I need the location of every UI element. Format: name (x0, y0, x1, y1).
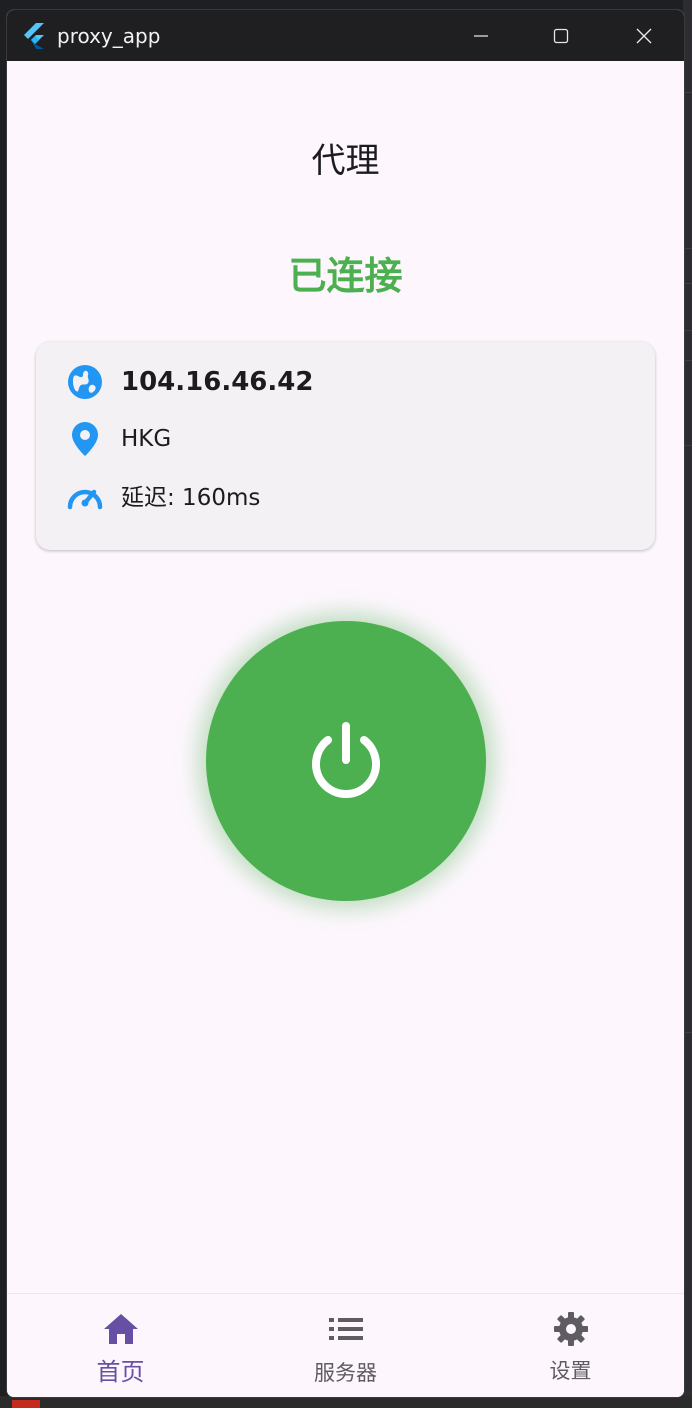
page-title: 代理 (311, 141, 380, 181)
connection-status: 已连接 (288, 254, 403, 298)
background-taskbar-app (12, 1400, 40, 1408)
maximize-icon (553, 28, 569, 43)
window-title: proxy_app (57, 24, 161, 48)
latency-row: 延迟: 160ms (66, 477, 260, 513)
ip-address: 104.16.46.42 (121, 367, 314, 397)
title-bar[interactable]: proxy_app (7, 10, 684, 61)
main-content: 代理 已连接 104.16.46.42 HKG 延迟: 160ms (7, 61, 684, 1293)
speedometer-icon (66, 477, 104, 513)
location-pin-icon (66, 421, 104, 457)
power-icon (312, 722, 380, 798)
nav-label-servers: 服务器 (314, 1361, 377, 1385)
globe-icon (66, 364, 104, 400)
gear-icon (458, 1311, 683, 1347)
nav-item-home[interactable]: 首页 (8, 1294, 233, 1397)
list-icon (233, 1311, 458, 1347)
connection-info-card: 104.16.46.42 HKG 延迟: 160ms (36, 342, 655, 550)
close-icon (636, 28, 652, 43)
minimize-icon (474, 34, 488, 37)
nav-label-home: 首页 (96, 1358, 145, 1386)
nav-item-settings[interactable]: 设置 (458, 1294, 683, 1397)
bottom-navigation-bar: 首页 服务器 设置 (7, 1293, 684, 1397)
latency-text: 延迟: 160ms (121, 485, 261, 511)
maximize-button[interactable] (521, 10, 601, 61)
home-icon (8, 1311, 233, 1347)
flutter-logo-icon (24, 23, 44, 49)
nav-label-settings: 设置 (549, 1359, 592, 1383)
location-text: HKG (121, 426, 172, 452)
location-row: HKG (66, 421, 171, 457)
power-toggle-button[interactable] (206, 621, 486, 901)
app-window: proxy_app 代理 已连接 104.16.46.42 HKG 延迟: 16… (6, 9, 685, 1398)
minimize-button[interactable] (441, 10, 521, 61)
nav-item-servers[interactable]: 服务器 (233, 1294, 458, 1397)
close-button[interactable] (604, 10, 684, 61)
ip-row: 104.16.46.42 (66, 364, 313, 400)
